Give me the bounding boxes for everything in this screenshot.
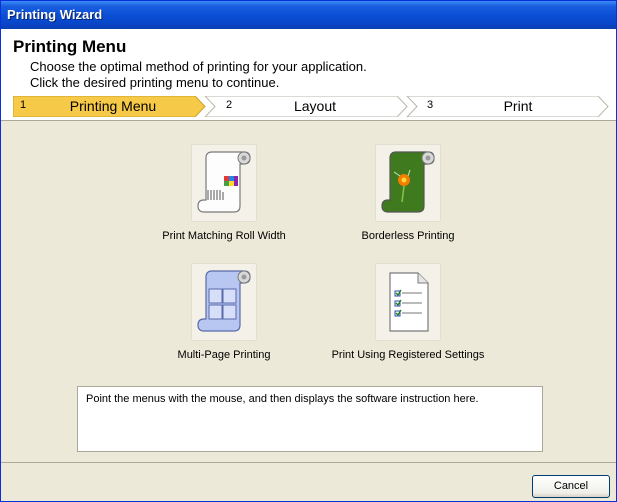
- header-description: Choose the optimal method of printing fo…: [30, 59, 367, 74]
- title-bar[interactable]: Printing Wizard: [1, 1, 616, 29]
- header-instruction: Click the desired printing menu to conti…: [30, 75, 280, 90]
- registered-settings-icon: [375, 263, 441, 341]
- step-2-label: Layout: [293, 98, 337, 114]
- menu-print-using-registered-settings[interactable]: Print Using Registered Settings: [328, 263, 488, 361]
- printing-wizard-window: Printing Wizard Printing Menu Choose the…: [0, 0, 617, 502]
- menu-multi-page-printing[interactable]: Multi-Page Printing: [144, 263, 304, 361]
- instruction-panel: Point the menus with the mouse, and then…: [77, 386, 543, 452]
- step-3-label: Print: [503, 98, 533, 114]
- footer-divider: [1, 462, 616, 463]
- menu-label: Print Matching Roll Width: [162, 230, 286, 242]
- menu-label: Multi-Page Printing: [177, 349, 271, 361]
- wizard-header: Printing Menu Choose the optimal method …: [1, 29, 616, 121]
- step-2-number: 2: [226, 99, 233, 111]
- menu-borderless-printing[interactable]: Borderless Printing: [328, 144, 488, 242]
- menu-print-matching-roll-width[interactable]: Print Matching Roll Width: [144, 144, 304, 242]
- cancel-button[interactable]: Cancel: [532, 475, 610, 498]
- borderless-icon: [375, 144, 441, 222]
- step-1-label: Printing Menu: [69, 98, 157, 114]
- window-title: Printing Wizard: [7, 7, 103, 22]
- instruction-text: Point the menus with the mouse, and then…: [86, 393, 479, 405]
- step-1-number: 1: [20, 99, 27, 111]
- multi-page-icon: [191, 263, 257, 341]
- menu-label: Borderless Printing: [361, 230, 455, 242]
- step-3-number: 3: [427, 99, 434, 111]
- page-title: Printing Menu: [13, 37, 127, 56]
- wizard-steps: 1 Printing Menu 2 Layout 3 Print: [13, 96, 609, 117]
- roll-width-icon: [191, 144, 257, 222]
- menu-label: Print Using Registered Settings: [331, 349, 485, 361]
